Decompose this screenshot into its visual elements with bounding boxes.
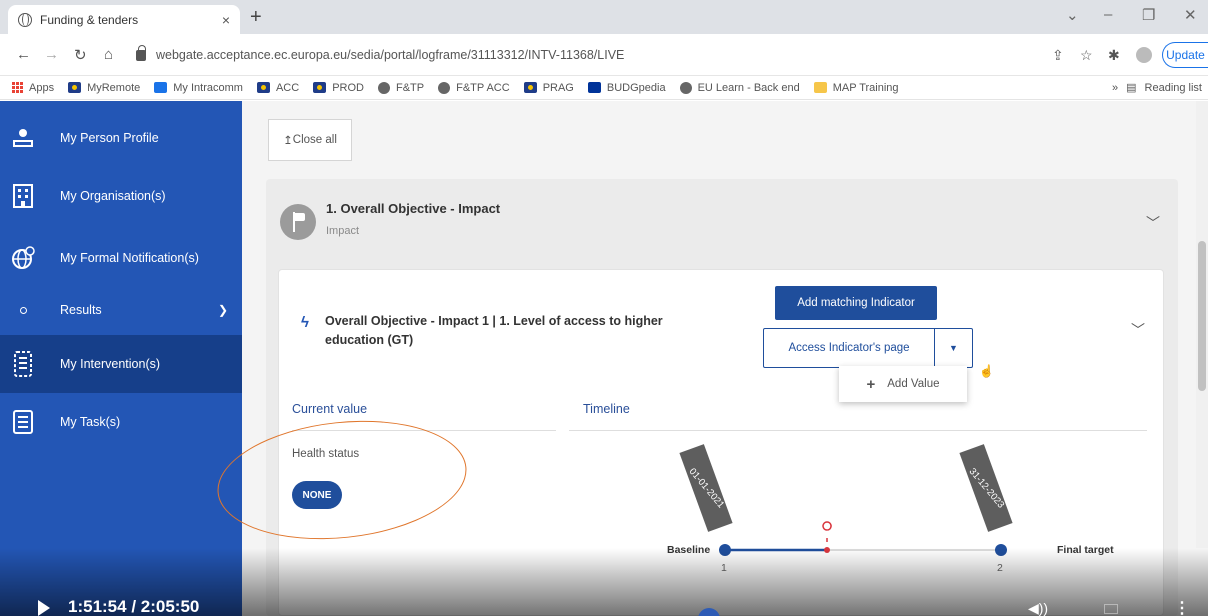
close-all-button[interactable]: ↥ Close all bbox=[268, 119, 352, 161]
bookmarks-bar: Apps MyRemote My Intracomm ACC PROD F&TP… bbox=[0, 76, 1208, 100]
bookmark-acc[interactable]: ACC bbox=[256, 82, 299, 94]
globe-icon bbox=[438, 81, 451, 94]
globe-icon bbox=[679, 81, 692, 94]
lock-icon bbox=[136, 44, 146, 61]
restore-icon[interactable]: ❐ bbox=[1142, 6, 1155, 24]
share-icon[interactable]: ⇪ bbox=[1052, 47, 1064, 64]
bookmark-eu-learn[interactable]: EU Learn - Back end bbox=[679, 81, 800, 94]
url-text: webgate.acceptance.ec.europa.eu/sedia/po… bbox=[156, 48, 625, 62]
update-button[interactable]: Update bbox=[1162, 42, 1208, 68]
browser-tab-bar: Funding & tenders × + ⌄ – ❐ ✕ bbox=[0, 0, 1208, 34]
video-controls: 1:51:54 / 2:05:50 ◀)) ⋮ bbox=[0, 548, 1208, 616]
profile-avatar[interactable] bbox=[1136, 47, 1152, 63]
eu-flag-icon bbox=[68, 82, 82, 93]
objective-title: 1. Overall Objective - Impact bbox=[326, 201, 501, 216]
reading-list-icon: ▤ bbox=[1126, 82, 1137, 94]
flag-icon bbox=[587, 82, 601, 93]
address-bar: ← → ↻ ⌂ webgate.acceptance.ec.europa.eu/… bbox=[0, 34, 1208, 76]
collapse-arrow-icon: ↥ bbox=[283, 135, 293, 147]
star-icon[interactable]: ☆ bbox=[1080, 47, 1093, 64]
intracomm-icon bbox=[154, 82, 168, 93]
caret-down-icon[interactable]: ▼ bbox=[935, 328, 973, 368]
browser-tab[interactable]: Funding & tenders × bbox=[8, 5, 240, 34]
add-matching-indicator-button[interactable]: Add matching Indicator bbox=[775, 286, 937, 320]
chevron-down-icon[interactable]: ﹀ bbox=[1146, 213, 1160, 233]
lightning-icon: ϟ bbox=[301, 314, 309, 331]
video-scrubber[interactable] bbox=[698, 608, 720, 616]
sidebar-item-label: My Formal Notification(s) bbox=[60, 251, 199, 265]
intervention-icon bbox=[10, 351, 36, 377]
sidebar-item-label: My Person Profile bbox=[60, 131, 159, 145]
bookmarks-overflow[interactable]: » bbox=[1112, 82, 1118, 94]
sidebar: My Person Profile My Organisation(s) My … bbox=[0, 101, 242, 616]
chevron-down-icon: ❯ bbox=[217, 303, 228, 317]
extensions-icon[interactable]: ✱ bbox=[1108, 47, 1120, 64]
indicator-title: Overall Objective - Impact 1 | 1. Level … bbox=[325, 314, 663, 347]
beta-profile-icon bbox=[10, 125, 36, 151]
new-tab-button[interactable]: + bbox=[250, 6, 262, 29]
scrollbar-thumb[interactable] bbox=[1198, 241, 1206, 391]
volume-icon[interactable]: ◀)) bbox=[1028, 600, 1048, 616]
sidebar-item-label: Results bbox=[60, 303, 102, 317]
hand-cursor-icon: ☝ bbox=[979, 364, 994, 378]
window-close-icon[interactable]: ✕ bbox=[1184, 6, 1197, 24]
forward-icon[interactable]: → bbox=[44, 46, 59, 63]
eu-flag-icon bbox=[313, 82, 327, 93]
sidebar-item-organisations[interactable]: My Organisation(s) bbox=[0, 167, 242, 225]
sidebar-item-tasks[interactable]: My Task(s) bbox=[0, 393, 242, 451]
access-indicator-group: Access Indicator's page ▼ bbox=[763, 328, 973, 368]
reload-icon[interactable]: ↻ bbox=[74, 46, 87, 64]
home-icon[interactable]: ⌂ bbox=[104, 46, 113, 63]
bookmark-map-training[interactable]: MAP Training bbox=[813, 82, 899, 94]
task-icon bbox=[10, 409, 36, 435]
reading-list[interactable]: Reading list bbox=[1145, 82, 1202, 94]
access-indicator-page-button[interactable]: Access Indicator's page bbox=[763, 328, 935, 368]
main-content: ↥ Close all 1. Overall Objective - Impac… bbox=[211, 101, 1208, 616]
plus-icon: + bbox=[866, 375, 876, 393]
page-scrollbar[interactable] bbox=[1196, 101, 1208, 548]
more-options-icon[interactable]: ⋮ bbox=[1174, 598, 1190, 616]
globe-notification-icon bbox=[10, 245, 36, 271]
globe-icon bbox=[377, 81, 390, 94]
close-tab-icon[interactable]: × bbox=[222, 12, 230, 28]
add-value-menu-item[interactable]: + Add Value bbox=[839, 366, 967, 402]
sidebar-item-interventions[interactable]: My Intervention(s) bbox=[0, 335, 242, 393]
eu-flag-icon bbox=[256, 82, 270, 93]
objective-subtitle: Impact bbox=[326, 225, 360, 237]
sidebar-item-results[interactable]: Results ❯ bbox=[0, 281, 242, 339]
flag-icon bbox=[280, 204, 316, 240]
chevron-down-icon[interactable]: ﹀ bbox=[1131, 320, 1145, 340]
bookmark-budgpedia[interactable]: BUDGpedia bbox=[587, 82, 666, 94]
sidebar-item-person-profile[interactable]: My Person Profile bbox=[0, 109, 242, 167]
minimize-icon[interactable]: – bbox=[1104, 6, 1112, 23]
bookmark-prag[interactable]: PRAG bbox=[523, 82, 574, 94]
apps-grid-icon bbox=[12, 82, 23, 93]
sidebar-item-label: My Task(s) bbox=[60, 415, 121, 429]
back-icon[interactable]: ← bbox=[16, 46, 31, 63]
bookmark-ftp-acc[interactable]: F&TP ACC bbox=[438, 81, 510, 94]
video-timecode: 1:51:54 / 2:05:50 bbox=[68, 597, 200, 616]
sidebar-item-label: My Organisation(s) bbox=[60, 189, 166, 203]
folder-icon bbox=[813, 82, 827, 93]
sidebar-item-label: My Intervention(s) bbox=[60, 357, 161, 371]
globe-icon bbox=[18, 12, 32, 27]
bookmark-myremote[interactable]: MyRemote bbox=[68, 82, 140, 94]
fullscreen-icon[interactable] bbox=[1104, 604, 1118, 614]
bookmarks-right: » ▤ Reading list bbox=[1112, 81, 1202, 95]
url-field[interactable]: webgate.acceptance.ec.europa.eu/sedia/po… bbox=[136, 42, 1016, 68]
tab-search-icon[interactable]: ⌄ bbox=[1066, 6, 1079, 24]
tab-title: Funding & tenders bbox=[40, 12, 139, 27]
bookmark-apps[interactable]: Apps bbox=[12, 82, 54, 94]
building-icon bbox=[10, 183, 36, 209]
bookmark-intracomm[interactable]: My Intracomm bbox=[154, 82, 243, 94]
sidebar-item-formal-notifications[interactable]: My Formal Notification(s) bbox=[0, 229, 242, 287]
eu-flag-icon bbox=[523, 82, 537, 93]
bookmark-prod[interactable]: PROD bbox=[313, 82, 364, 94]
current-value-header: Current value bbox=[292, 402, 368, 416]
play-icon[interactable] bbox=[38, 600, 50, 616]
bookmark-ftp[interactable]: F&TP bbox=[377, 81, 424, 94]
circle-icon bbox=[10, 297, 36, 323]
timeline-header: Timeline bbox=[583, 402, 630, 416]
